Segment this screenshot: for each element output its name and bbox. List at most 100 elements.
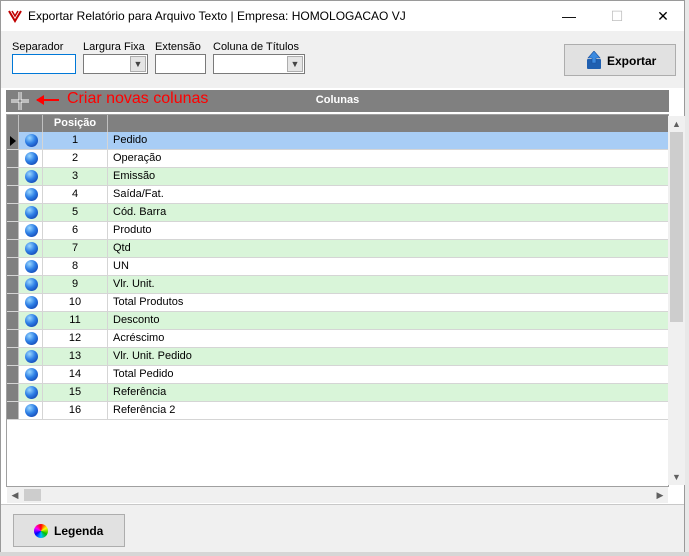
- table-row[interactable]: 10 Total Produtos: [7, 294, 668, 312]
- largura-fixa-select[interactable]: ▼: [83, 54, 148, 74]
- column-name-cell[interactable]: Vlr. Unit. Pedido: [113, 348, 192, 365]
- posicao-cell[interactable]: 6: [43, 222, 108, 239]
- table-row[interactable]: 14 Total Pedido: [7, 366, 668, 384]
- largura-fixa-label: Largura Fixa: [83, 41, 145, 53]
- grid-header-nome[interactable]: [108, 115, 668, 132]
- columns-grid[interactable]: Posição 1 Pedido 2 Operação 3 Emissão 4 Saída/F…: [6, 114, 669, 487]
- table-row[interactable]: 3 Emissão: [7, 168, 668, 186]
- posicao-cell[interactable]: 8: [43, 258, 108, 275]
- vertical-scrollbar[interactable]: ▲ ▼: [668, 116, 685, 485]
- column-name-cell[interactable]: Desconto: [113, 312, 159, 329]
- row-indicator[interactable]: [7, 258, 19, 275]
- posicao-cell[interactable]: 2: [43, 150, 108, 167]
- table-row[interactable]: 12 Acréscimo: [7, 330, 668, 348]
- column-name-cell[interactable]: Emissão: [113, 168, 155, 185]
- column-name-cell[interactable]: Total Produtos: [113, 294, 183, 311]
- posicao-cell[interactable]: 9: [43, 276, 108, 293]
- table-row[interactable]: 5 Cód. Barra: [7, 204, 668, 222]
- scroll-down-icon[interactable]: ▼: [668, 469, 685, 485]
- column-name-cell[interactable]: Qtd: [113, 240, 131, 257]
- separador-input[interactable]: [12, 54, 76, 74]
- column-name-cell[interactable]: UN: [113, 258, 129, 275]
- posicao-cell[interactable]: 13: [43, 348, 108, 365]
- chevron-down-icon[interactable]: ▼: [130, 56, 146, 72]
- posicao-cell[interactable]: 3: [43, 168, 108, 185]
- scroll-left-icon[interactable]: ◀: [7, 487, 23, 503]
- column-name-cell[interactable]: Vlr. Unit.: [113, 276, 155, 293]
- row-indicator[interactable]: [7, 204, 19, 221]
- row-indicator[interactable]: [7, 384, 19, 401]
- chevron-down-icon[interactable]: ▼: [287, 56, 303, 72]
- row-indicator[interactable]: [7, 330, 19, 347]
- export-button[interactable]: Exportar: [564, 44, 676, 76]
- row-indicator[interactable]: [7, 168, 19, 185]
- posicao-cell[interactable]: 4: [43, 186, 108, 203]
- horizontal-scroll-thumb[interactable]: [24, 489, 41, 501]
- horizontal-scrollbar[interactable]: ◀ ▶: [7, 487, 668, 503]
- coluna-titulos-select[interactable]: ▼: [213, 54, 305, 74]
- column-name-cell[interactable]: Acréscimo: [113, 330, 164, 347]
- table-row[interactable]: 6 Produto: [7, 222, 668, 240]
- vertical-scroll-thumb[interactable]: [670, 132, 683, 322]
- table-row[interactable]: 15 Referência: [7, 384, 668, 402]
- blue-sphere-icon: [25, 278, 38, 291]
- row-indicator[interactable]: [7, 276, 19, 293]
- row-icon-cell: [19, 312, 43, 329]
- posicao-cell[interactable]: 16: [43, 402, 108, 419]
- table-row[interactable]: 13 Vlr. Unit. Pedido: [7, 348, 668, 366]
- posicao-cell[interactable]: 14: [43, 366, 108, 383]
- blue-sphere-icon: [25, 260, 38, 273]
- close-button[interactable]: ✕: [640, 1, 686, 31]
- row-indicator[interactable]: [7, 132, 19, 149]
- coluna-titulos-label: Coluna de Títulos: [213, 41, 300, 53]
- row-indicator[interactable]: [7, 222, 19, 239]
- row-icon-cell: [19, 276, 43, 293]
- posicao-cell[interactable]: 12: [43, 330, 108, 347]
- row-indicator[interactable]: [7, 348, 19, 365]
- column-name-cell[interactable]: Cód. Barra: [113, 204, 166, 221]
- row-indicator[interactable]: [7, 312, 19, 329]
- row-indicator[interactable]: [7, 240, 19, 257]
- column-name-cell[interactable]: Pedido: [113, 132, 147, 149]
- minimize-button[interactable]: —: [546, 1, 592, 31]
- column-name-cell[interactable]: Referência: [113, 384, 166, 401]
- table-row[interactable]: 4 Saída/Fat.: [7, 186, 668, 204]
- table-row[interactable]: 11 Desconto: [7, 312, 668, 330]
- scroll-up-icon[interactable]: ▲: [668, 116, 685, 132]
- legend-button[interactable]: Legenda: [13, 514, 125, 547]
- table-row[interactable]: 7 Qtd: [7, 240, 668, 258]
- posicao-cell[interactable]: 15: [43, 384, 108, 401]
- dialog-footer: Legenda: [1, 504, 684, 552]
- row-icon-cell: [19, 240, 43, 257]
- column-name-cell[interactable]: Saída/Fat.: [113, 186, 164, 203]
- row-icon-cell: [19, 366, 43, 383]
- column-name-cell[interactable]: Referência 2: [113, 402, 175, 419]
- table-row[interactable]: 9 Vlr. Unit.: [7, 276, 668, 294]
- posicao-cell[interactable]: 11: [43, 312, 108, 329]
- color-wheel-icon: [34, 524, 48, 538]
- column-name-cell[interactable]: Total Pedido: [113, 366, 174, 383]
- posicao-cell[interactable]: 10: [43, 294, 108, 311]
- grid-header-posicao[interactable]: Posição: [43, 115, 108, 132]
- extensao-label: Extensão: [155, 41, 201, 53]
- row-indicator[interactable]: [7, 186, 19, 203]
- column-name-cell[interactable]: Produto: [113, 222, 152, 239]
- row-indicator[interactable]: [7, 402, 19, 419]
- blue-sphere-icon: [25, 152, 38, 165]
- row-indicator[interactable]: [7, 150, 19, 167]
- row-indicator[interactable]: [7, 294, 19, 311]
- table-row[interactable]: 1 Pedido: [7, 132, 668, 150]
- blue-sphere-icon: [25, 134, 38, 147]
- row-indicator[interactable]: [7, 366, 19, 383]
- table-row[interactable]: 16 Referência 2: [7, 402, 668, 420]
- legend-button-label: Legenda: [54, 524, 104, 538]
- scroll-right-icon[interactable]: ▶: [652, 487, 668, 503]
- table-row[interactable]: 8 UN: [7, 258, 668, 276]
- posicao-cell[interactable]: 5: [43, 204, 108, 221]
- posicao-cell[interactable]: 1: [43, 132, 108, 149]
- column-name-cell[interactable]: Operação: [113, 150, 161, 167]
- background-window-edge-bottom: [0, 552, 689, 556]
- posicao-cell[interactable]: 7: [43, 240, 108, 257]
- extensao-input[interactable]: [155, 54, 206, 74]
- table-row[interactable]: 2 Operação: [7, 150, 668, 168]
